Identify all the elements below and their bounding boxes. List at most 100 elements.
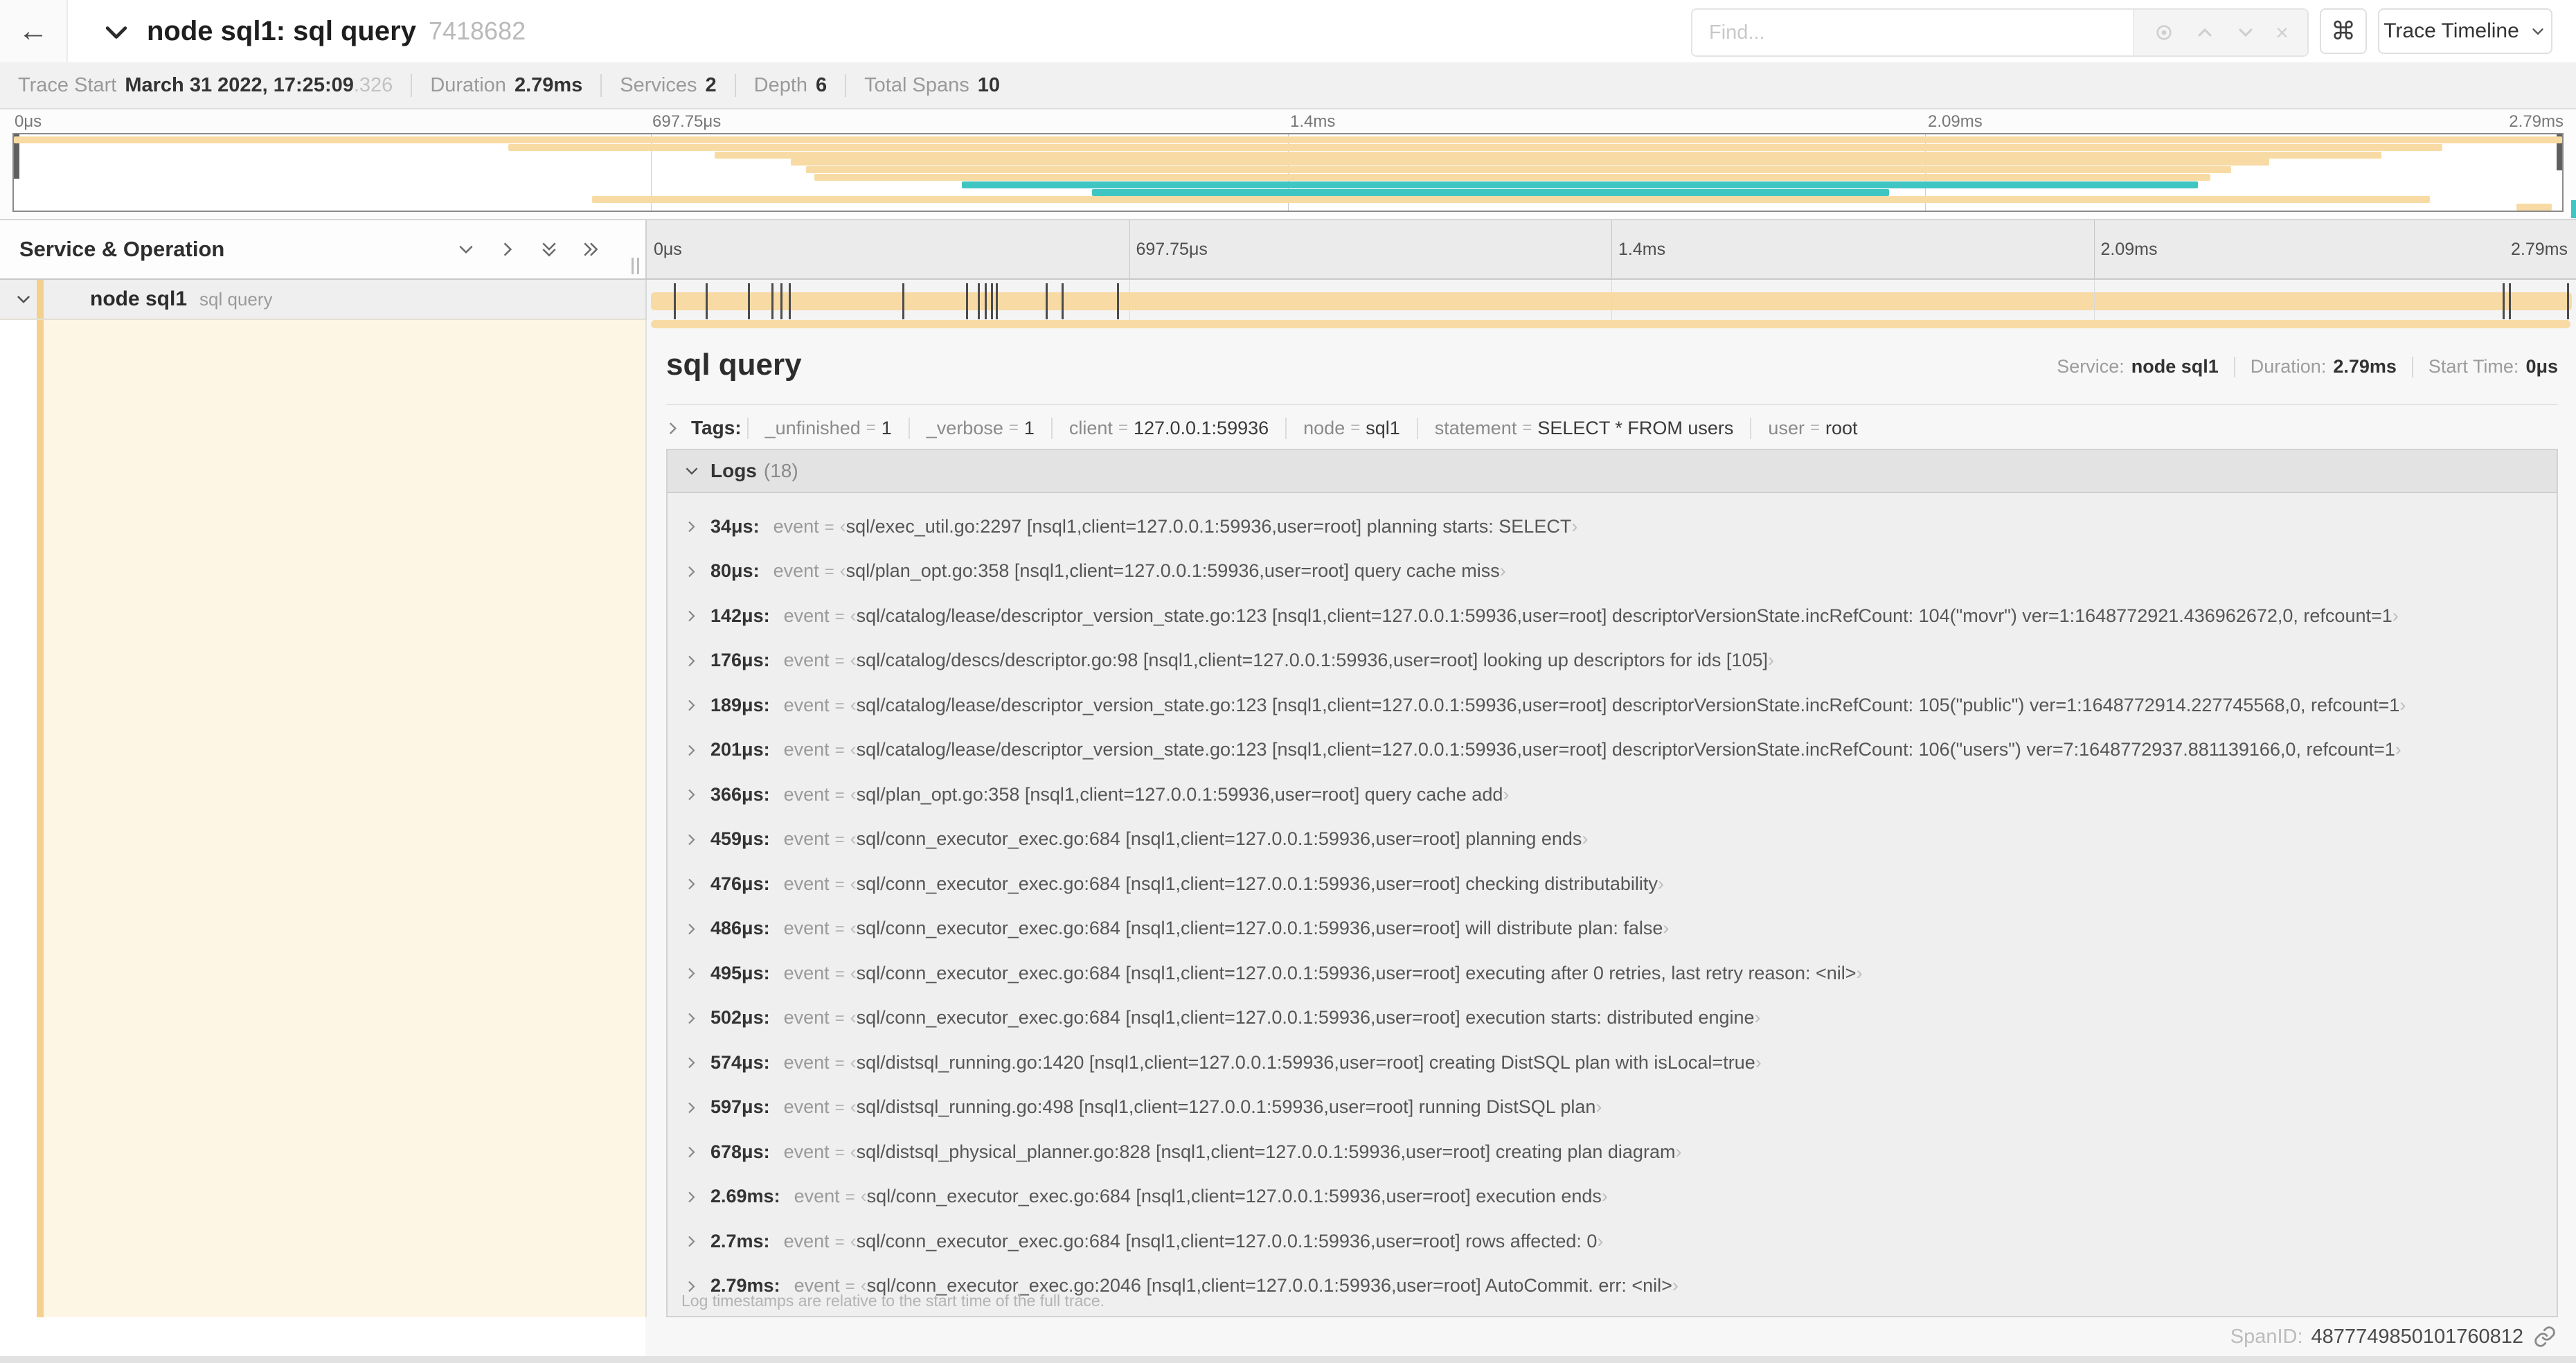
log-tick: [2502, 283, 2505, 319]
tag-key: _verbose: [926, 417, 1003, 438]
log-row[interactable]: 142μs: event = ‹sql/catalog/lease/descripto…: [668, 594, 2557, 639]
log-equals: =: [834, 1232, 845, 1251]
detail-span-bar: [651, 320, 2570, 328]
log-quote-open: ‹: [850, 1141, 857, 1162]
tag-equals: =: [1118, 418, 1128, 437]
log-equals: =: [824, 517, 834, 537]
summary-value: 2.79ms: [514, 73, 583, 96]
minimap-axis: 0μs 697.75μs 1.4ms 2.09ms 2.79ms: [12, 112, 2564, 132]
log-row[interactable]: 176μs: event = ‹sql/catalog/descs/descripto…: [668, 639, 2557, 684]
find-next-icon[interactable]: [2235, 21, 2257, 44]
log-field-key: event: [783, 918, 830, 939]
deep-link-icon[interactable]: [2533, 1325, 2557, 1348]
log-row[interactable]: 495μs: event = ‹sql/conn_executor_exec.go:6…: [668, 951, 2557, 996]
summary-value: March 31 2022, 17:25:09.326: [125, 73, 393, 96]
log-row[interactable]: 2.7ms: event = ‹sql/conn_executor_exec.go:6…: [668, 1219, 2557, 1264]
trace-collapse-chevron-icon[interactable]: [101, 17, 132, 48]
minimap-span: [961, 181, 2198, 188]
log-field-key: event: [783, 1230, 830, 1251]
log-row[interactable]: 678μs: event = ‹sql/distsql_physical_planne…: [668, 1130, 2557, 1175]
logs-count: (18): [763, 460, 798, 481]
detail-span-title: sql query: [666, 348, 802, 382]
log-row[interactable]: 34μs: event = ‹sql/exec_util.go:2297 [nsql1…: [668, 504, 2557, 549]
clear-find-icon[interactable]: ×: [2275, 21, 2289, 44]
logs-header[interactable]: Logs (18): [668, 450, 2557, 493]
timeline-axis-label: 1.4ms: [1618, 239, 1666, 259]
minimap-canvas[interactable]: [12, 133, 2564, 212]
detail-divider: [666, 404, 2558, 405]
timeline-axis: 0μs 697.75μs 1.4ms 2.09ms 2.79ms: [645, 220, 2576, 278]
span-bar-cell[interactable]: [645, 280, 2576, 320]
log-row[interactable]: 366μs: event = ‹sql/plan_opt.go:358 [nsql1,…: [668, 772, 2557, 817]
summary-value: 6: [816, 73, 828, 96]
meta-value: 2.79ms: [2333, 356, 2397, 377]
find-input[interactable]: [1692, 10, 2133, 55]
log-row[interactable]: 574μs: event = ‹sql/distsql_running.go:1420…: [668, 1040, 2557, 1085]
view-options-button[interactable]: Trace Timeline: [2378, 8, 2552, 54]
log-row[interactable]: 80μs: event = ‹sql/plan_opt.go:358 [nsql1,c…: [668, 549, 2557, 594]
locate-icon[interactable]: [2153, 21, 2175, 44]
log-row[interactable]: 189μs: event = ‹sql/catalog/lease/descripto…: [668, 683, 2557, 728]
collapse-controls: [456, 220, 601, 278]
log-equals: =: [834, 1009, 845, 1028]
log-row[interactable]: 201μs: event = ‹sql/catalog/lease/descripto…: [668, 728, 2557, 773]
log-chevron-icon: [683, 607, 699, 624]
expand-all-icon[interactable]: [580, 239, 601, 260]
log-row[interactable]: 459μs: event = ‹sql/conn_executor_exec.go:6…: [668, 817, 2557, 862]
log-quote-close: ›: [1675, 1141, 1682, 1162]
log-message: sql/exec_util.go:2297 [nsql1,client=127.…: [846, 515, 1572, 537]
log-field-key: event: [783, 1007, 830, 1028]
tags-section[interactable]: Tags: _unfinished = 1 _verbose = 1 client = 127.…: [663, 412, 2558, 444]
log-equals: =: [834, 741, 845, 760]
minimap-axis-label: 0μs: [15, 112, 42, 131]
log-timestamp: 574μs:: [710, 1051, 770, 1073]
timeline-header-row: Service & Operation 0μs 697.75μs 1.4ms 2.09…: [0, 219, 2576, 280]
page-title: node sql1: sql query 7418682: [147, 0, 526, 62]
log-equals: =: [834, 1098, 845, 1118]
timeline-gridline: [1129, 220, 1130, 278]
top-bar: ← node sql1: sql query 7418682 × ⌘ Trace…: [0, 0, 2576, 64]
find-group: ×: [1691, 8, 2309, 57]
log-field-key: event: [783, 650, 830, 671]
log-equals: =: [834, 652, 845, 671]
summary-value: 2: [705, 73, 717, 96]
tag-value: root: [1825, 417, 1858, 438]
column-title: Service & Operation: [19, 237, 225, 261]
log-body: event = ‹sql/conn_executor_exec.go:684 [ns…: [784, 1007, 1761, 1028]
log-body: event = ‹sql/conn_executor_exec.go:684 [ns…: [784, 873, 1664, 895]
log-timestamp: 142μs:: [710, 605, 770, 626]
tag-key: _unfinished: [764, 417, 861, 438]
summary-label: Services: [620, 73, 697, 96]
minimap-span: [791, 159, 2269, 166]
chevron-down-icon: [2529, 22, 2547, 40]
column-resize-handle[interactable]: [632, 258, 643, 274]
log-body: event = ‹sql/plan_opt.go:358 [nsql1,client…: [784, 784, 1510, 805]
span-row-label[interactable]: node sql1 sql query: [0, 280, 645, 320]
collapse-one-icon[interactable]: [456, 239, 476, 260]
log-chevron-icon: [683, 875, 699, 892]
log-equals: =: [845, 1188, 855, 1207]
log-chevron-icon: [683, 831, 699, 848]
log-body: event = ‹sql/conn_executor_exec.go:684 [ns…: [784, 963, 1863, 984]
log-row[interactable]: 597μs: event = ‹sql/distsql_running.go:498 …: [668, 1085, 2557, 1130]
collapse-all-icon[interactable]: [539, 239, 560, 260]
keyboard-shortcuts-button[interactable]: ⌘: [2320, 8, 2367, 54]
log-row[interactable]: 476μs: event = ‹sql/conn_executor_exec.go:6…: [668, 862, 2557, 907]
log-row[interactable]: 502μs: event = ‹sql/conn_executor_exec.go:6…: [668, 996, 2557, 1041]
meta-label: Duration:: [2250, 356, 2327, 377]
find-prev-icon[interactable]: [2194, 21, 2216, 44]
expand-one-icon[interactable]: [497, 239, 518, 260]
minimap-span: [715, 151, 2381, 159]
log-row[interactable]: 2.69ms: event = ‹sql/conn_executor_exec.go:…: [668, 1175, 2557, 1220]
back-button[interactable]: ←: [0, 0, 68, 62]
log-timestamp: 486μs:: [710, 918, 770, 939]
log-row[interactable]: 486μs: event = ‹sql/conn_executor_exec.go:6…: [668, 907, 2557, 952]
tag-value: 1: [881, 417, 892, 438]
log-timestamp: 597μs:: [710, 1096, 770, 1118]
span-collapse-chevron-icon[interactable]: [14, 289, 33, 309]
minimap-axis-label: 697.75μs: [652, 112, 722, 131]
command-icon: ⌘: [2331, 17, 2356, 45]
log-quote-open: ‹: [860, 1186, 867, 1207]
timeline-axis-label: 0μs: [654, 239, 682, 259]
tag-value: SELECT * FROM users: [1537, 417, 1734, 438]
